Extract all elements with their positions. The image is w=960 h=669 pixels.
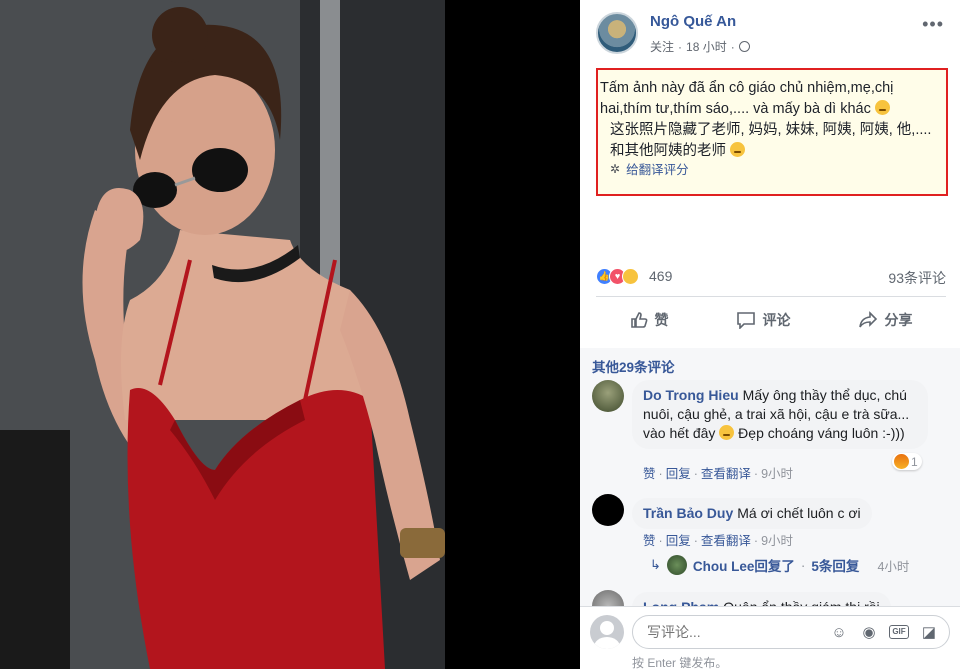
tongue-emoji-icon xyxy=(719,425,735,440)
replier-avatar xyxy=(666,555,687,575)
emoji-icon xyxy=(730,142,746,157)
replier-label: Chou Lee回复了 xyxy=(692,559,795,574)
meta-separator: · xyxy=(730,39,735,54)
photo-illustration xyxy=(0,0,445,669)
comments-section: 其他29条评论 Do Trong Hieu Mấy ông thầy thể dụ… xyxy=(580,348,960,623)
commenter-avatar[interactable] xyxy=(592,494,624,526)
replies-summary[interactable]: ↳ Chou Lee回复了 · 5条回复 4小时 xyxy=(650,555,909,575)
composer-tools: ☺ ◉ GIF ◪ xyxy=(830,623,938,642)
share-arrow-icon xyxy=(858,311,877,328)
gear-icon: ✲ xyxy=(610,161,621,176)
rate-translation-label[interactable]: 给翻译评分 xyxy=(626,159,689,178)
emoji-icon xyxy=(874,100,890,115)
post-panel: Ngô Quế An 关注 · 18 小时 · ••• Tấm ảnh này … xyxy=(580,0,960,669)
post-photo xyxy=(0,0,445,669)
thumbs-up-icon xyxy=(630,312,647,328)
meta-separator: · xyxy=(800,557,806,573)
haha-reaction-icon xyxy=(622,268,639,285)
post-text-translated: 这张照片隐藏了老师, 妈妈, 妹妹, 阿姨, 阿姨, 他,.... 和其他阿姨的… xyxy=(610,122,932,159)
reply-count: 5条回复 xyxy=(811,559,860,574)
meta-separator: · xyxy=(678,39,683,54)
commenter-avatar[interactable] xyxy=(592,380,624,412)
comment-time[interactable]: 9小时 xyxy=(761,467,793,481)
comment-actions: 赞 · 回复 · 查看翻译 · 9小时 xyxy=(643,467,794,481)
author-name[interactable]: Ngô Quế An xyxy=(650,13,736,30)
post-time[interactable]: 18 小时 xyxy=(686,38,727,55)
view-more-comments[interactable]: 其他29条评论 xyxy=(592,356,675,376)
comment-reaction-count: 1 xyxy=(911,454,918,469)
rate-translation[interactable]: ✲ 给翻译评分 xyxy=(610,159,689,178)
post-meta: 关注 · 18 小时 · xyxy=(650,38,750,55)
comment-translate-link[interactable]: 查看翻译 xyxy=(701,467,751,481)
comment-actions: 赞 · 回复 · 查看翻译 · 9小时 xyxy=(643,534,794,548)
comment-bubble-icon xyxy=(736,312,755,329)
comment-reply-link[interactable]: 回复 xyxy=(666,467,691,481)
gif-icon[interactable]: GIF xyxy=(889,623,909,641)
comment-button[interactable]: 评论 xyxy=(736,310,791,330)
commenter-name[interactable]: Do Trong Hieu xyxy=(643,387,739,403)
photo-viewer[interactable] xyxy=(0,0,580,669)
comment-time[interactable]: 9小时 xyxy=(761,534,793,548)
angry-reaction-icon xyxy=(894,454,909,469)
globe-icon xyxy=(738,41,750,52)
comment-composer: ☺ ◉ GIF ◪ 按 Enter 键发布。 xyxy=(580,606,960,669)
comment-like-link[interactable]: 赞 xyxy=(643,467,656,481)
reaction-icons[interactable]: 👍 ♥ xyxy=(596,268,646,286)
like-label: 赞 xyxy=(654,312,669,328)
author-avatar[interactable] xyxy=(596,12,638,54)
comment-count[interactable]: 93条评论 xyxy=(888,268,946,288)
reply-time: 4小时 xyxy=(877,559,910,574)
comment-translate-link[interactable]: 查看翻译 xyxy=(701,534,751,548)
comment-like-link[interactable]: 赞 xyxy=(643,534,656,548)
post-header: Ngô Quế An 关注 · 18 小时 · ••• xyxy=(580,0,960,64)
emoji-picker-icon[interactable]: ☺ xyxy=(830,623,848,641)
share-label: 分享 xyxy=(884,312,913,328)
comment-text: Má ơi chết luôn c ơi xyxy=(737,505,861,521)
post-actions: 赞 评论 分享 xyxy=(596,300,946,340)
post-text-original: Tấm ảnh này đã ẩn cô giáo chủ nhiệm,mẹ,c… xyxy=(600,80,894,117)
comment-reply-link[interactable]: 回复 xyxy=(666,534,691,548)
like-button[interactable]: 赞 xyxy=(630,310,669,330)
reply-arrow-icon: ↳ xyxy=(650,557,661,572)
camera-icon[interactable]: ◉ xyxy=(860,623,878,641)
comment-reaction-badge[interactable]: 1 xyxy=(892,453,922,470)
comment-label: 评论 xyxy=(762,312,791,328)
follow-link[interactable]: 关注 xyxy=(650,38,674,55)
reactions-summary: 👍 ♥ 469 93条评论 xyxy=(596,266,946,288)
comment-bubble: Do Trong Hieu Mấy ông thầy thể dục, chú n… xyxy=(632,380,928,449)
reaction-count[interactable]: 469 xyxy=(649,268,672,284)
page: Ngô Quế An 关注 · 18 小时 · ••• Tấm ảnh này … xyxy=(0,0,960,669)
divider xyxy=(596,296,946,297)
sticker-icon[interactable]: ◪ xyxy=(920,623,938,641)
current-user-avatar xyxy=(590,615,624,649)
post-content-highlight: Tấm ảnh này đã ẩn cô giáo chủ nhiệm,mẹ,c… xyxy=(596,68,948,196)
comment-bubble: Trần Bảo Duy Má ơi chết luôn c ơi xyxy=(632,498,872,529)
comment-text-tail: Đẹp choáng váng luôn :-))) xyxy=(738,425,905,441)
commenter-name[interactable]: Trần Bảo Duy xyxy=(643,505,733,521)
more-options-icon[interactable]: ••• xyxy=(922,14,944,35)
share-button[interactable]: 分享 xyxy=(858,310,913,330)
composer-hint: 按 Enter 键发布。 xyxy=(632,656,728,669)
